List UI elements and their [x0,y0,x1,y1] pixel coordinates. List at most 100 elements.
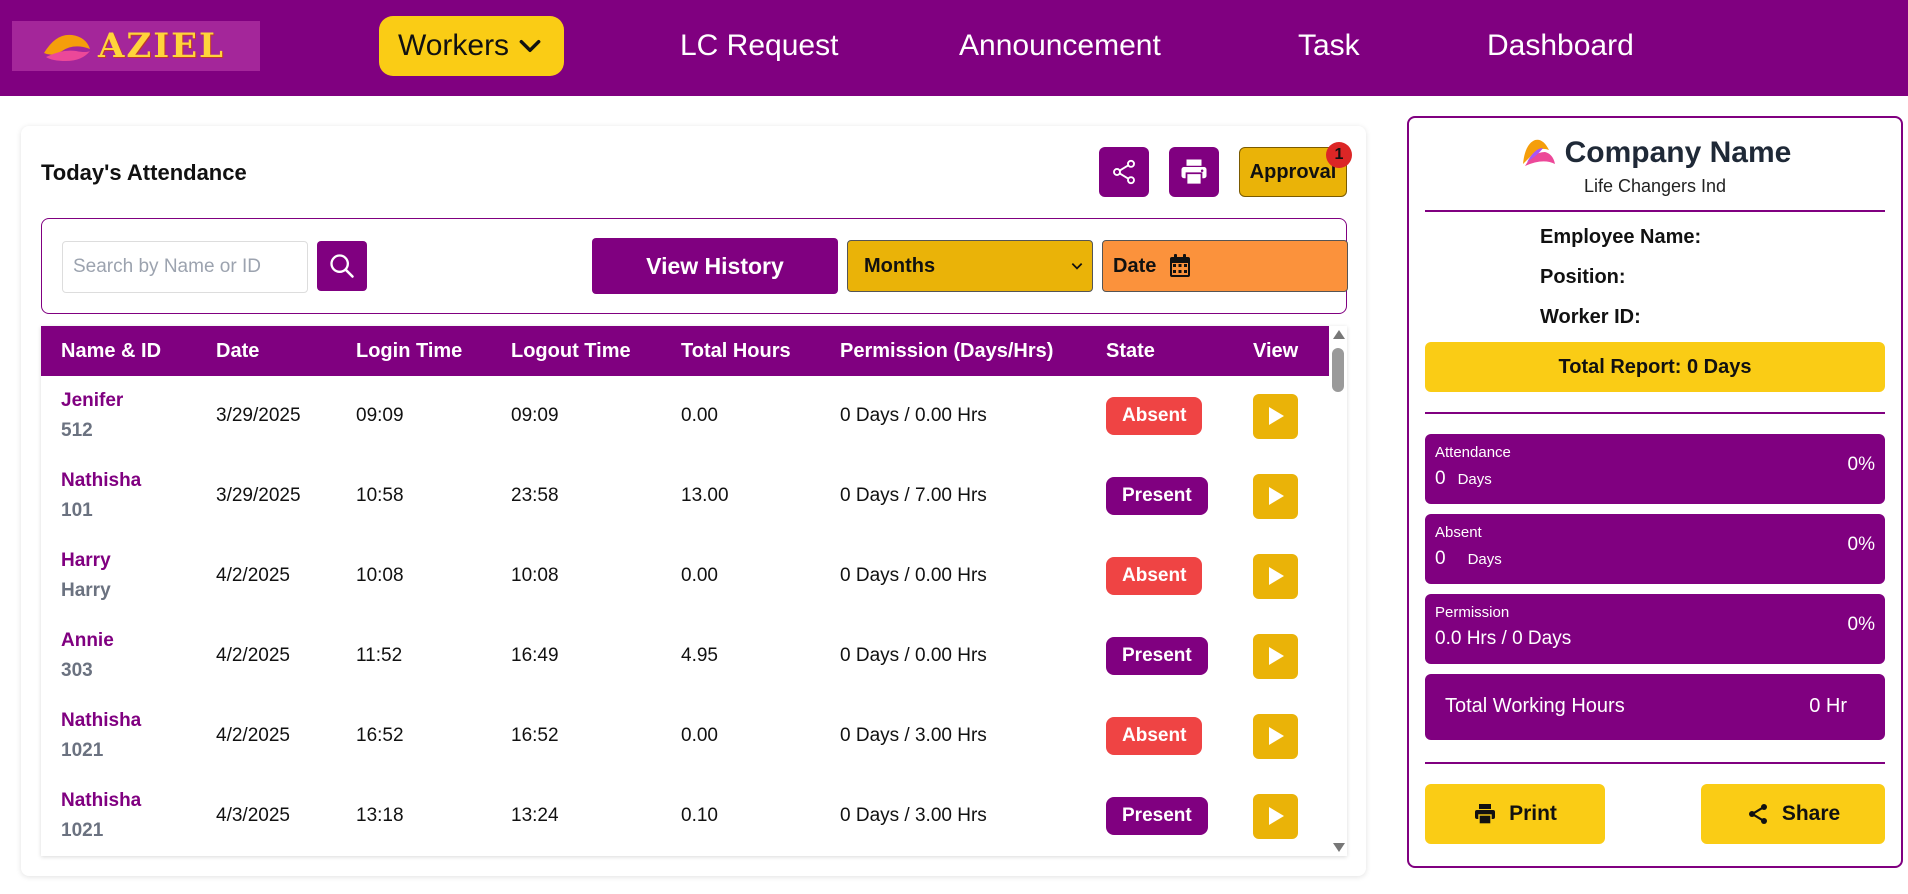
approval-label: Approval [1249,160,1337,183]
top-navbar: AZIEL Workers LC Request Announcement Ta… [0,0,1908,96]
permission-cell: 0 Days / 3.00 Hrs [840,805,987,826]
search-button[interactable] [317,241,367,291]
date-cell: 4/3/2025 [216,805,290,826]
scrollbar-thumb[interactable] [1332,348,1344,392]
logout-cell: 09:09 [511,405,559,426]
total-working-hours-label: Total Working Hours [1445,695,1625,717]
absent-stat-value: 0 [1435,548,1446,569]
date-cell: 3/29/2025 [216,405,301,426]
play-icon [1268,567,1284,585]
name-id-cell: Jenifer 512 [41,376,196,456]
table-scrollbar[interactable] [1329,326,1347,856]
employee-id: Harry [61,580,111,601]
state-cell: Absent [1086,696,1233,776]
table-row: Jenifer 512 3/29/2025 09:09 09:09 0.00 0 … [41,376,1329,456]
table-row: Annie 303 4/2/2025 11:52 16:49 4.95 0 Day… [41,616,1329,696]
scroll-up-arrow-icon[interactable] [1333,330,1345,339]
share-icon [1748,804,1767,824]
approval-badge: 1 [1326,142,1352,168]
play-icon [1268,647,1284,665]
search-input[interactable] [62,241,308,293]
attendance-stat-value-wrap: 0 Days [1435,468,1492,490]
play-icon [1268,487,1284,505]
view-button[interactable] [1253,473,1298,519]
attendance-stat-value: 0 [1435,468,1446,489]
permission-cell: 0 Days / 3.00 Hrs [840,725,987,746]
view-cell [1233,376,1329,456]
employee-name: Nathisha [61,790,142,811]
approval-button[interactable]: Approval 1 [1239,142,1352,197]
employee-name: Annie [61,630,114,651]
login-cell: 10:08 [356,565,404,586]
calendar-icon [1170,254,1191,277]
absent-stat: Absent 0 Days 0% [1425,514,1885,584]
scroll-down-arrow-icon[interactable] [1333,843,1345,852]
logo-icon [44,34,90,61]
logout-cell: 16:52 [511,725,559,746]
attendance-card: Today's Attendance Approval 1 View Histo… [21,126,1366,876]
employee-id: 303 [61,660,93,681]
permission-stat-label: Permission [1435,604,1510,621]
permission-stat-percent: 0% [1847,614,1875,635]
logout-cell: 13:24 [511,805,559,826]
table-row: Nathisha 101 3/29/2025 10:58 23:58 13.00 … [41,456,1329,536]
login-cell: 11:52 [356,645,403,666]
page-title: Today's Attendance [41,160,247,185]
search-icon [330,254,354,278]
col-header-view: View [1253,339,1299,362]
employee-name: Nathisha [61,710,142,731]
share-report-button[interactable]: Share [1701,784,1885,844]
view-history-button[interactable]: View History [592,238,838,294]
share-button[interactable] [1099,147,1149,197]
state-cell: Present [1086,616,1233,696]
login-cell: 10:58 [356,485,404,506]
view-button[interactable] [1253,393,1298,439]
absent-stat-value-wrap: 0 Days [1435,548,1502,570]
hours-cell: 0.00 [681,405,718,426]
divider [1425,412,1885,414]
print-report-button[interactable]: Print [1425,784,1605,844]
col-header-state: State [1106,339,1155,362]
nav-task[interactable]: Task [1298,16,1360,76]
view-button[interactable] [1253,713,1298,759]
view-cell [1233,616,1329,696]
view-button[interactable] [1253,553,1298,599]
permission-stat: Permission 0.0 Hrs / 0 Days 0% [1425,594,1885,664]
hours-cell: 0.00 [681,565,718,586]
chevron-down-icon [1071,263,1083,270]
employee-name: Jenifer [61,390,124,411]
printer-icon [1475,804,1496,825]
view-button[interactable] [1253,793,1298,839]
nav-workers[interactable]: Workers [379,16,564,76]
state-cell: Present [1086,456,1233,536]
nav-announcement[interactable]: Announcement [959,16,1161,76]
date-label: Date [1113,254,1157,277]
table-row: Harry Harry 4/2/2025 10:08 10:08 0.00 0 D… [41,536,1329,616]
view-cell [1233,456,1329,536]
state-cell: Absent [1086,376,1233,456]
name-id-cell: Annie 303 [41,616,196,696]
table-row: Nathisha 1021 4/3/2025 13:18 13:24 0.10 0… [41,776,1329,856]
company-logo-icon [1522,139,1555,166]
col-header-date: Date [216,339,260,362]
date-picker[interactable]: Date [1102,240,1348,292]
nav-dashboard[interactable]: Dashboard [1487,16,1634,76]
col-header-permission: Permission (Days/Hrs) [840,339,1054,362]
divider [1425,762,1885,764]
months-select[interactable]: Months [847,240,1093,292]
col-header-logout: Logout Time [511,339,631,362]
print-button[interactable] [1169,147,1219,197]
employee-name: Harry [61,550,111,571]
position-label: Position: [1540,266,1626,288]
status-badge: Absent [1106,557,1203,595]
login-cell: 09:09 [356,405,404,426]
brand-logo[interactable]: AZIEL [12,21,260,71]
employee-summary-panel: Company Name Life Changers Ind Employee … [1407,116,1903,868]
date-cell: 3/29/2025 [216,485,301,506]
logout-cell: 10:08 [511,565,559,586]
date-cell: 4/2/2025 [216,725,290,746]
nav-lc-request[interactable]: LC Request [680,16,838,76]
attendance-stat-label: Attendance [1435,444,1511,461]
status-badge: Absent [1106,717,1203,755]
view-button[interactable] [1253,633,1298,679]
